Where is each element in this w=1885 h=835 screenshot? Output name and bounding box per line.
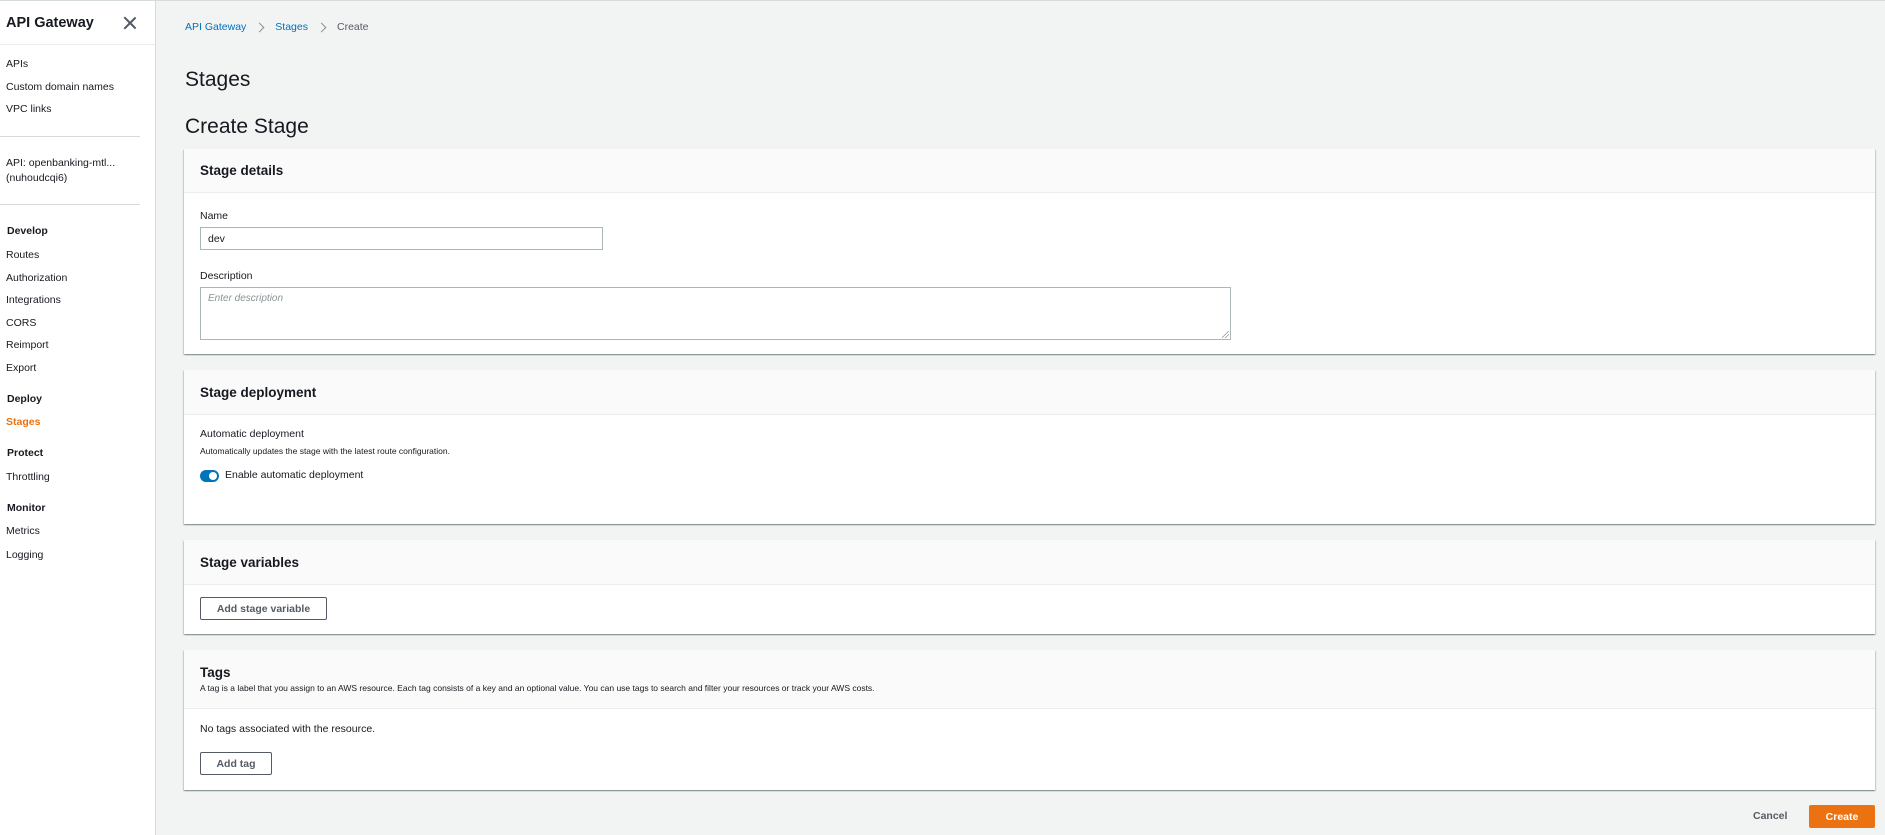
sidebar-item-metrics[interactable]: Metrics (6, 525, 40, 537)
stage-deployment-panel: Stage deployment Automatic deployment Au… (184, 370, 1875, 524)
breadcrumb-stages[interactable]: Stages (275, 21, 308, 33)
sidebar-item-routes[interactable]: Routes (6, 249, 39, 261)
tags-title: Tags (200, 665, 231, 680)
sidebar-item-logging[interactable]: Logging (6, 549, 43, 561)
add-tag-button[interactable]: Add tag (200, 752, 272, 775)
sidebar-item-custom-domain-names[interactable]: Custom domain names (6, 81, 114, 93)
sidebar-api-id: (nuhoudcqi6) (6, 172, 68, 184)
chevron-right-icon (254, 22, 265, 32)
sidebar-divider (0, 204, 140, 205)
close-icon[interactable] (123, 16, 137, 30)
automatic-deployment-description: Automatically updates the stage with the… (200, 446, 450, 456)
stage-variables-header: Stage variables (184, 540, 1875, 585)
stage-details-header: Stage details (184, 149, 1875, 193)
sidebar-section-develop: Develop (7, 225, 48, 237)
sidebar-section-deploy: Deploy (7, 393, 43, 405)
no-tags-text: No tags associated with the resource. (200, 723, 376, 735)
stage-details-panel: Stage details Name dev Description Enter… (184, 149, 1875, 354)
sidebar-item-integrations[interactable]: Integrations (6, 294, 61, 306)
sidebar-api-selector[interactable]: API: openbanking-mtl... (nuhoudcqi6) (6, 156, 115, 186)
stage-deployment-title: Stage deployment (200, 384, 317, 400)
sidebar-item-export[interactable]: Export (6, 362, 36, 374)
sidebar-item-cors[interactable]: CORS (6, 317, 36, 329)
page-subtitle: Create Stage (185, 115, 309, 138)
auto-deploy-toggle[interactable] (200, 470, 219, 482)
sidebar-item-authorization[interactable]: Authorization (6, 272, 67, 284)
sidebar-api-name: API: openbanking-mtl... (6, 157, 116, 169)
sidebar-item-reimport[interactable]: Reimport (6, 339, 49, 351)
description-placeholder: Enter description (208, 293, 284, 304)
tags-panel: Tags A tag is a label that you assign to… (184, 650, 1875, 790)
breadcrumb-api-gateway[interactable]: API Gateway (185, 21, 246, 33)
page-title: Stages (185, 68, 251, 91)
stage-variables-panel: Stage variables Add stage variable (184, 540, 1875, 634)
name-input[interactable]: dev (200, 227, 603, 250)
auto-deploy-toggle-label[interactable]: Enable automatic deployment (225, 469, 363, 481)
breadcrumb: API Gateway Stages Create (185, 21, 369, 33)
resize-handle-icon[interactable] (1222, 331, 1229, 338)
sidebar-item-throttling[interactable]: Throttling (6, 471, 50, 483)
name-label: Name (200, 210, 229, 222)
sidebar-section-monitor: Monitor (7, 502, 46, 514)
sidebar: API Gateway APIs Custom domain names VPC… (0, 1, 156, 835)
description-textarea[interactable]: Enter description (200, 287, 1231, 340)
sidebar-item-vpc-links[interactable]: VPC links (6, 103, 52, 115)
sidebar-item-apis[interactable]: APIs (6, 58, 28, 70)
stage-deployment-header: Stage deployment (184, 370, 1875, 415)
automatic-deployment-label: Automatic deployment (200, 428, 304, 440)
description-label: Description (200, 270, 253, 282)
sidebar-title: API Gateway (6, 14, 94, 31)
stage-variables-title: Stage variables (200, 554, 300, 570)
chevron-right-icon (316, 22, 327, 32)
cancel-button[interactable]: Cancel (1753, 810, 1787, 822)
sidebar-divider (0, 136, 140, 137)
create-button[interactable]: Create (1809, 805, 1875, 828)
name-input-value: dev (208, 232, 225, 245)
breadcrumb-current: Create (336, 21, 369, 33)
sidebar-item-stages[interactable]: Stages (6, 416, 40, 428)
sidebar-header: API Gateway (0, 1, 155, 45)
tags-header: Tags A tag is a label that you assign to… (184, 650, 1875, 709)
sidebar-section-protect: Protect (7, 447, 44, 459)
add-stage-variable-button[interactable]: Add stage variable (200, 597, 327, 620)
stage-details-title: Stage details (200, 163, 284, 178)
tags-description: A tag is a label that you assign to an A… (200, 683, 875, 693)
